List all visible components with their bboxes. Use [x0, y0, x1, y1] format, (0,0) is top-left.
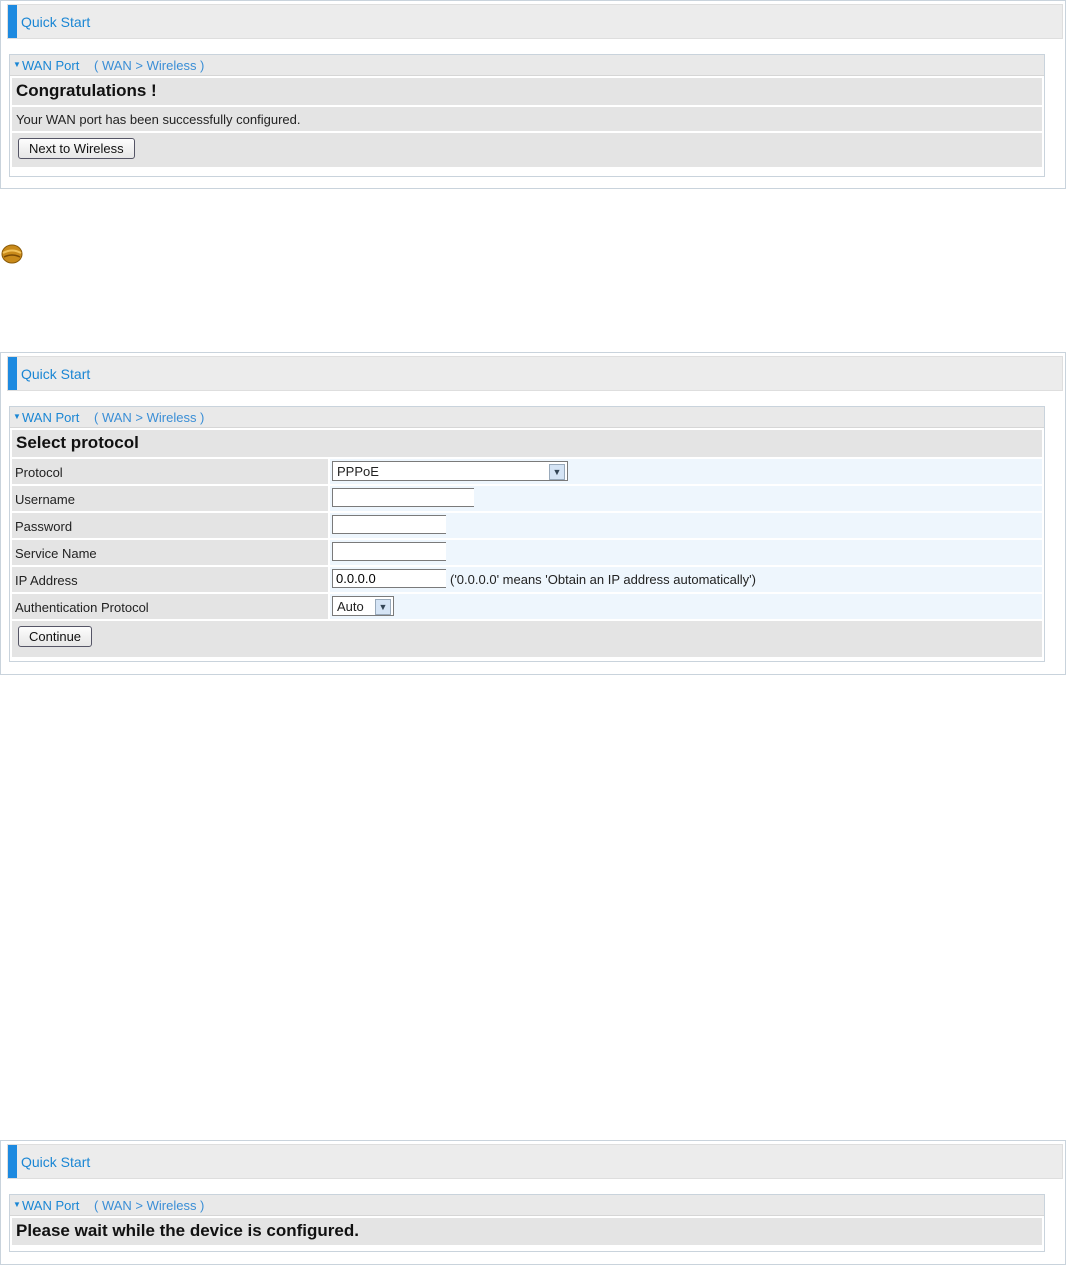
password-row: Password [12, 513, 1042, 538]
ip-address-row: IP Address ('0.0.0.0' means 'Obtain an I… [12, 567, 1042, 592]
breadcrumb-section[interactable]: WAN Port [22, 1198, 79, 1213]
please-wait-heading: Please wait while the device is configur… [12, 1218, 1042, 1245]
breadcrumb: ▼ WAN Port ( WAN > Wireless ) [10, 1195, 1044, 1216]
authentication-protocol-row: Authentication Protocol Auto ▼ [12, 594, 1042, 619]
next-to-wireless-button[interactable]: Next to Wireless [18, 138, 135, 159]
quick-start-panel-please-wait: Quick Start ▼ WAN Port ( WAN > Wireless … [0, 1140, 1066, 1265]
protocol-select-value: PPPoE [337, 464, 379, 479]
breadcrumb-section[interactable]: WAN Port [22, 58, 79, 73]
service-name-row: Service Name [12, 540, 1042, 565]
ip-address-label: IP Address [12, 567, 328, 592]
triangle-down-icon: ▼ [13, 1200, 21, 1209]
breadcrumb: ▼ WAN Port ( WAN > Wireless ) [10, 55, 1044, 76]
chevron-down-icon[interactable]: ▼ [375, 599, 391, 615]
username-row: Username [12, 486, 1042, 511]
password-label: Password [12, 513, 328, 538]
breadcrumb: ▼ WAN Port ( WAN > Wireless ) [10, 407, 1044, 428]
wan-port-section: ▼ WAN Port ( WAN > Wireless ) Please wai… [9, 1194, 1045, 1252]
quick-start-header: Quick Start [7, 356, 1063, 391]
chevron-down-icon[interactable]: ▼ [549, 464, 565, 480]
breadcrumb-section[interactable]: WAN Port [22, 410, 79, 425]
accent-bar [8, 1145, 17, 1178]
authentication-protocol-value: Auto [337, 599, 364, 614]
wan-port-section: ▼ WAN Port ( WAN > Wireless ) Congratula… [9, 54, 1045, 177]
breadcrumb-path[interactable]: ( WAN > Wireless ) [94, 58, 204, 73]
triangle-down-icon: ▼ [13, 60, 21, 69]
quick-start-title: Quick Start [21, 14, 91, 30]
authentication-protocol-select[interactable]: Auto ▼ [332, 596, 394, 616]
quick-start-title: Quick Start [21, 1154, 91, 1170]
continue-button[interactable]: Continue [18, 626, 93, 647]
protocol-select[interactable]: PPPoE ▼ [332, 461, 568, 481]
quick-start-header: Quick Start [7, 4, 1063, 39]
wan-port-section: ▼ WAN Port ( WAN > Wireless ) Select pro… [9, 406, 1045, 662]
ip-address-hint: ('0.0.0.0' means 'Obtain an IP address a… [450, 572, 756, 587]
authentication-protocol-label: Authentication Protocol [12, 594, 328, 619]
service-name-input[interactable] [332, 542, 446, 561]
accent-bar [8, 357, 17, 390]
ip-address-input[interactable] [332, 569, 446, 588]
protocol-row: Protocol PPPoE ▼ [12, 459, 1042, 484]
protocol-label: Protocol [12, 459, 328, 484]
service-name-label: Service Name [12, 540, 328, 565]
breadcrumb-path[interactable]: ( WAN > Wireless ) [94, 1198, 204, 1213]
password-input[interactable] [332, 515, 446, 534]
select-protocol-heading: Select protocol [12, 430, 1042, 457]
accent-bar [8, 5, 17, 38]
success-message: Your WAN port has been successfully conf… [12, 107, 1042, 131]
button-row: Next to Wireless [12, 133, 1042, 167]
bullet-ball-icon [1, 244, 23, 264]
quick-start-panel-congratulations: Quick Start ▼ WAN Port ( WAN > Wireless … [0, 0, 1066, 189]
congratulations-heading: Congratulations ! [12, 78, 1042, 105]
username-label: Username [12, 486, 328, 511]
quick-start-panel-select-protocol: Quick Start ▼ WAN Port ( WAN > Wireless … [0, 352, 1066, 675]
username-input[interactable] [332, 488, 474, 507]
breadcrumb-path[interactable]: ( WAN > Wireless ) [94, 410, 204, 425]
button-row: Continue [12, 621, 1042, 657]
triangle-down-icon: ▼ [13, 412, 21, 421]
quick-start-header: Quick Start [7, 1144, 1063, 1179]
quick-start-title: Quick Start [21, 366, 91, 382]
